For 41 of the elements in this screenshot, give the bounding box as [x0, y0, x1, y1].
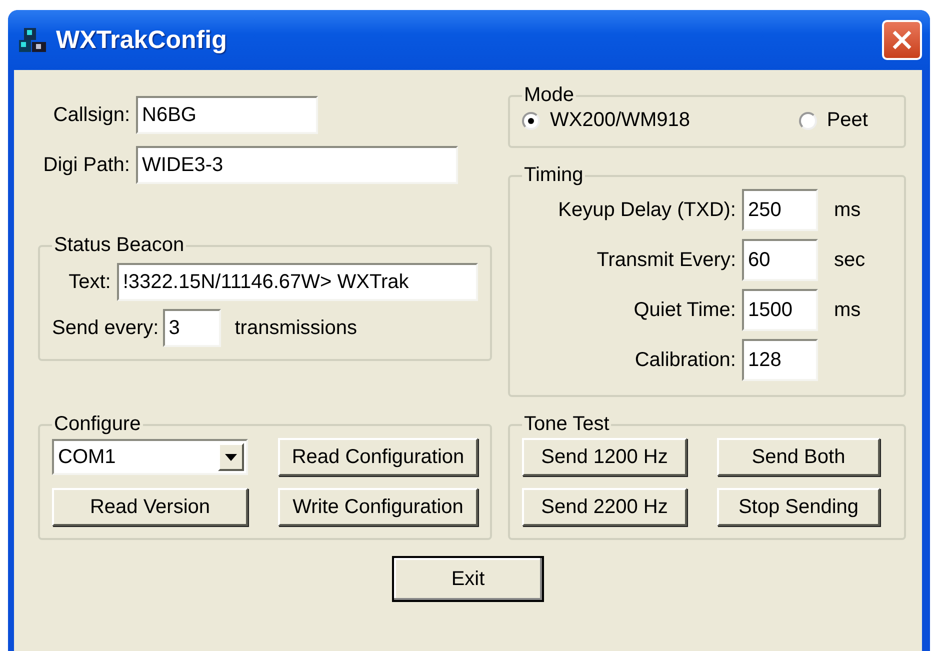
radio-option[interactable]: WX200/WM918 — [522, 109, 690, 132]
group-title: Configure — [53, 413, 142, 436]
unit-label: sec — [834, 248, 866, 272]
tone-test-button[interactable]: Send 1200 Hz — [522, 438, 687, 476]
tone-test-button[interactable]: Send Both — [717, 438, 880, 476]
group-title: Mode — [523, 84, 576, 107]
field-label: Callsign: — [52, 104, 130, 126]
digi-path-field[interactable]: WIDE3-3 — [136, 146, 458, 184]
caret-icon — [225, 454, 237, 460]
send-every-field[interactable]: 3 — [162, 309, 221, 347]
close-button[interactable] — [882, 20, 922, 60]
beacon-text-field[interactable]: !3322.15N/11146.67W> WXTrak — [116, 263, 478, 301]
timing-field[interactable]: 128 — [742, 339, 818, 381]
port-dropdown[interactable]: COM1 — [52, 439, 248, 475]
group-title: Status Beacon — [53, 234, 186, 257]
read-version-button[interactable]: Read Version — [52, 488, 248, 526]
unit-label: ms — [834, 298, 861, 322]
timing-field[interactable]: 60 — [742, 239, 818, 281]
field-label: Digi Path: — [42, 154, 130, 176]
group-title: Tone Test — [523, 413, 610, 436]
read-configuration-button[interactable]: Read Configuration — [278, 438, 478, 476]
window-title: WXTrakConfig — [56, 26, 228, 54]
field-label: Transmit Every: — [596, 248, 736, 272]
timing-field[interactable]: 250 — [742, 189, 818, 231]
group-title: Timing — [523, 164, 584, 187]
field-label: Quiet Time: — [632, 298, 736, 322]
tone-test-button[interactable]: Stop Sending — [717, 488, 880, 526]
close-icon — [890, 28, 914, 52]
field-label: Calibration: — [634, 348, 736, 372]
timing-field[interactable]: 1500 — [742, 289, 818, 331]
app-icon — [18, 26, 48, 54]
field-label: Keyup Delay (TXD): — [557, 198, 736, 222]
unit-label: ms — [834, 198, 861, 222]
radio-option[interactable]: Peet — [798, 109, 868, 132]
field-label: Text: — [68, 270, 111, 294]
write-configuration-button[interactable]: Write Configuration — [278, 488, 478, 526]
callsign-field[interactable]: N6BG — [136, 96, 318, 134]
tone-test-button[interactable]: Send 2200 Hz — [522, 488, 687, 526]
exit-button[interactable]: Exit — [392, 556, 544, 602]
unit-label: transmissions — [234, 316, 357, 340]
field-label: Send every: — [52, 316, 159, 340]
